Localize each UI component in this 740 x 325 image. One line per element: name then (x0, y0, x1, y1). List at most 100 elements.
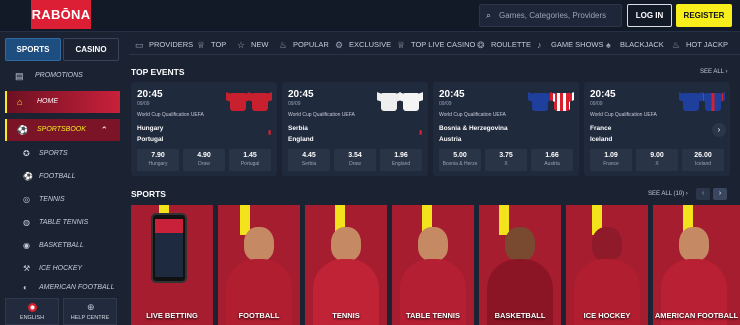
odds-button[interactable]: 1.96 England (380, 149, 422, 171)
category-roulette[interactable]: ❂ ROULETTE (477, 35, 531, 55)
player-image (592, 227, 622, 261)
odds-value: 3.75 (499, 152, 513, 159)
home-icon: ⌂ (17, 97, 23, 107)
category-blackjack[interactable]: ♠ BLACKJACK (606, 35, 664, 55)
next-arrow-icon[interactable]: › (713, 188, 727, 200)
odds-value: 4.45 (302, 152, 316, 159)
category-popular[interactable]: ♨ POPULAR (279, 35, 329, 55)
odds-button[interactable]: 1.09 France (590, 149, 632, 171)
cards-icon: ♠ (606, 40, 611, 50)
odds-button[interactable]: 26.00 Iceland (682, 149, 724, 171)
sidebar-item-sports[interactable]: ✪ Sports (5, 143, 120, 165)
search-input[interactable]: ⌕ Games, Categories, Providers (479, 4, 622, 27)
next-arrow-icon[interactable]: › (712, 123, 726, 137)
tab-sports[interactable]: SPORTS (5, 38, 61, 61)
sport-tile-live-betting[interactable]: LIVE BETTING (131, 205, 213, 325)
odds-label: Draw (198, 161, 210, 167)
event-card[interactable]: 20:45 09/09 World Cup Qualification UEFA… (282, 82, 428, 176)
serbia-jersey-icon (381, 93, 397, 111)
sport-tile-football[interactable]: FOOTBALL (218, 205, 300, 325)
event-time: 20:45 (288, 89, 314, 100)
player-image (418, 227, 448, 261)
crown-icon: ♕ (197, 40, 206, 50)
phone-screen (155, 219, 183, 277)
category-providers[interactable]: ▭ PROVIDERS (135, 35, 193, 55)
pin-icon[interactable]: ▮ (268, 129, 271, 136)
sidebar-item-label: Basketball (39, 242, 84, 249)
globe-icon: ⊕ (87, 302, 95, 312)
odds-label: Serbia (301, 161, 317, 167)
sport-tile-basketball[interactable]: BASKETBALL (479, 205, 561, 325)
tab-casino[interactable]: CASINO (63, 38, 119, 61)
odds-button[interactable]: 1.45 Portugal (229, 149, 271, 171)
odds-value: 26.00 (694, 152, 712, 159)
event-time: 20:45 (590, 89, 616, 100)
football-icon: ⚽ (23, 172, 33, 181)
category-new[interactable]: ☆ NEW (237, 35, 269, 55)
sidebar-item-table-tennis[interactable]: ◍ Table Tennis (5, 212, 120, 234)
category-game-shows[interactable]: ♪ GAME SHOWS (537, 35, 604, 55)
category-label: TOP LIVE CASINO (411, 40, 476, 49)
pin-icon[interactable]: ▮ (419, 129, 422, 136)
sport-tile-american-football[interactable]: AMERICAN FOOTBALL (653, 205, 740, 325)
sidebar-item-label: Ice Hockey (39, 265, 83, 272)
odds-button[interactable]: 5.00 Bosnia & Herze (439, 149, 481, 171)
odds-value: 1.09 (604, 152, 618, 159)
odds-button[interactable]: 7.90 Hungary (137, 149, 179, 171)
register-button[interactable]: REGISTER (676, 4, 732, 27)
sidebar-item-home[interactable]: ⌂ Home (5, 91, 120, 113)
crown-icon: ♕ (397, 40, 406, 50)
event-date: 09/09 (288, 101, 301, 107)
odds-label: X (655, 161, 659, 167)
search-placeholder: Games, Categories, Providers (499, 11, 607, 20)
event-card[interactable]: 20:45 09/09 World Cup Qualification UEFA… (131, 82, 277, 176)
away-team: Austria (439, 136, 462, 143)
login-button[interactable]: LOG IN (627, 4, 672, 27)
sidebar-item-football[interactable]: ⚽ Football (5, 166, 120, 188)
flame-icon: ♨ (279, 40, 288, 50)
odds-label: X (504, 161, 508, 167)
sport-tile-tennis[interactable]: TENNIS (305, 205, 387, 325)
help-centre-button[interactable]: ⊕ HELP CENTRE (63, 298, 117, 325)
top-events-see-all[interactable]: SEE ALL › (700, 69, 727, 75)
category-top[interactable]: ♕ TOP (197, 35, 226, 55)
sidebar: SPORTS CASINO ▤ Promotions ⌂ Home ⚽ Spor… (0, 33, 122, 325)
providers-icon: ▭ (135, 40, 144, 50)
sportsbook-icon: ⚽ (17, 125, 29, 135)
event-card[interactable]: 20:45 09/09 World Cup Qualification UEFA… (584, 82, 730, 176)
event-time: 20:45 (137, 89, 163, 100)
france-jersey-icon (683, 93, 699, 111)
sidebar-item-american-football[interactable]: ◐ American Football (5, 281, 120, 295)
sidebar-item-tennis[interactable]: ◎ Tennis (5, 189, 120, 211)
odds-label: Iceland (694, 161, 712, 167)
sidebar-item-promotions[interactable]: ▤ Promotions (5, 65, 120, 87)
odds-button[interactable]: 3.54 Draw (334, 149, 376, 171)
category-exclusive[interactable]: ⚙ EXCLUSIVE (335, 35, 391, 55)
american-football-icon: ◐ (23, 283, 28, 292)
sidebar-item-ice-hockey[interactable]: ⚒ Ice Hockey (5, 258, 120, 280)
chevron-up-icon[interactable]: ⌃ (100, 119, 108, 141)
odds-button[interactable]: 1.66 Austria (531, 149, 573, 171)
see-all-label: SEE ALL (700, 69, 724, 75)
prev-arrow-icon[interactable]: ‹ (696, 188, 710, 200)
away-team: Portugal (137, 136, 164, 143)
odds-button[interactable]: 4.45 Serbia (288, 149, 330, 171)
event-card[interactable]: 20:45 09/09 World Cup Qualification UEFA… (433, 82, 579, 176)
sidebar-item-sportsbook[interactable]: ⚽ Sportsbook ⌃ (5, 119, 120, 141)
sidebar-item-basketball[interactable]: ◉ Basketball (5, 235, 120, 257)
category-label: GAME SHOWS (551, 40, 604, 49)
rabona-logo[interactable]: RABŌNA (31, 0, 91, 29)
category-hot-jackpots[interactable]: ♨ HOT JACKP (672, 35, 736, 55)
basketball-icon: ◉ (23, 241, 30, 250)
odds-button[interactable]: 9.00 X (636, 149, 678, 171)
odds-button[interactable]: 3.75 X (485, 149, 527, 171)
sport-tile-ice-hockey[interactable]: ICE HOCKEY (566, 205, 648, 325)
category-top-live-casino[interactable]: ♕ TOP LIVE CASINO (397, 35, 475, 55)
home-team: Bosnia & Herzegovina (439, 125, 508, 132)
language-button[interactable]: ENGLISH (5, 298, 59, 325)
sports-see-all[interactable]: SEE ALL (10) › (648, 191, 688, 197)
sport-tile-table-tennis[interactable]: TABLE TENNIS (392, 205, 474, 325)
odds-button[interactable]: 4.90 Draw (183, 149, 225, 171)
search-icon: ⌕ (486, 10, 492, 20)
portugal-jersey-icon (252, 93, 268, 111)
